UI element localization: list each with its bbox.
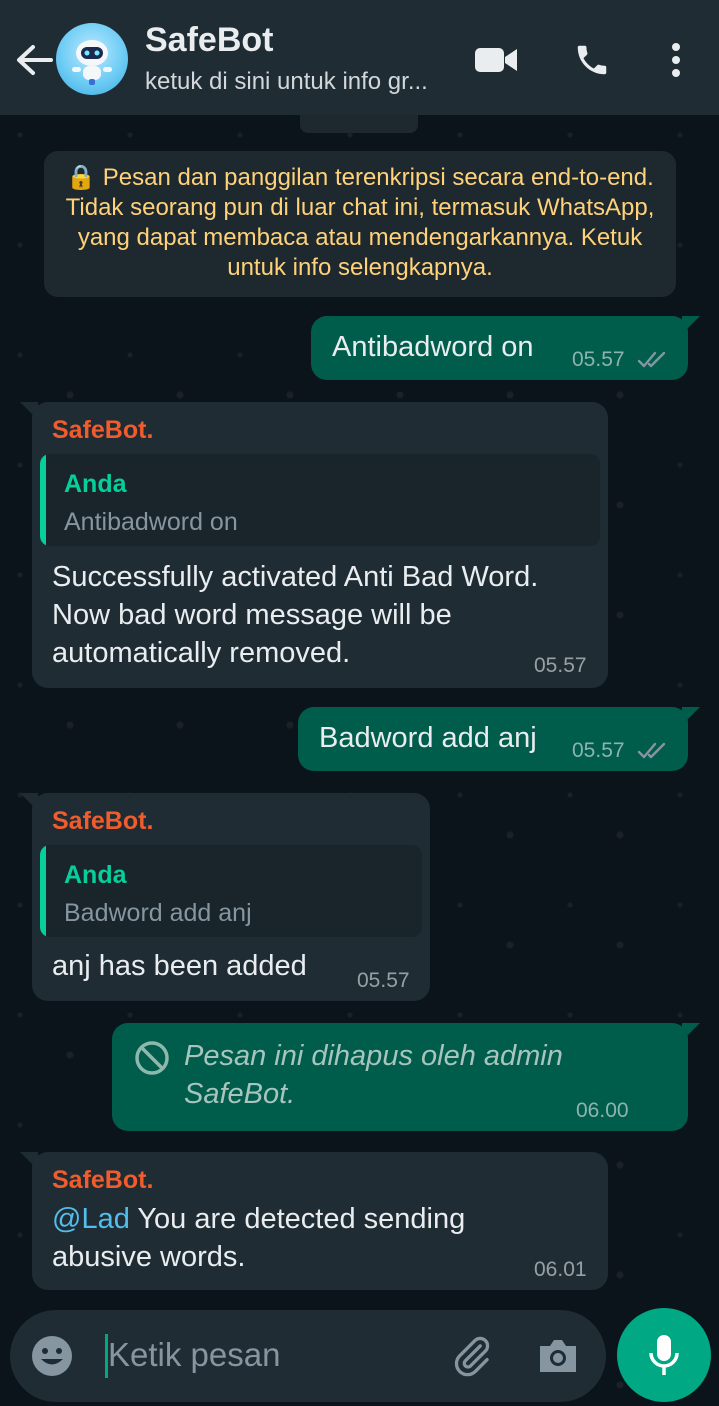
chat-subtitle: ketuk di sini untuk info gr...: [145, 68, 428, 95]
quote-text: Badword add anj: [64, 899, 252, 927]
message-time: 05.57: [572, 739, 625, 762]
sender-name: SafeBot.: [52, 1166, 154, 1194]
message-time: 05.57: [357, 969, 410, 992]
message-text: Successfully activated Anti Bad Word. No…: [52, 561, 539, 669]
message-time: 06.01: [534, 1258, 587, 1281]
mic-icon: [649, 1335, 679, 1375]
incoming-message[interactable]: SafeBot. Anda Badword add anj anj has be…: [20, 793, 430, 1001]
quoted-message[interactable]: Anda Badword add anj: [40, 845, 422, 937]
quote-bar: [40, 454, 46, 546]
bubble-tail: [682, 707, 700, 725]
deleted-message[interactable]: Pesan ini dihapus oleh admin SafeBot. 06…: [112, 1023, 700, 1131]
chat-header: SafeBot ketuk di sini untuk info gr...: [0, 0, 719, 115]
message-input[interactable]: Ketik pesan: [108, 1336, 280, 1374]
incoming-message[interactable]: SafeBot. Anda Antibadword on Successfull…: [20, 402, 608, 688]
attach-icon[interactable]: [450, 1334, 494, 1378]
quote-bar: [40, 845, 46, 937]
video-call-icon[interactable]: [474, 38, 518, 82]
bubble-tail: [20, 793, 38, 811]
mic-button[interactable]: [617, 1308, 711, 1402]
voice-call-icon[interactable]: [570, 38, 614, 82]
sender-name: SafeBot.: [52, 416, 154, 444]
message-time: 05.57: [572, 348, 625, 371]
message-text: anj has been added: [52, 950, 307, 982]
message-text: Badword add anj: [319, 722, 537, 754]
bubble-tail: [682, 316, 700, 334]
chat-area[interactable]: 🔒 Pesan dan panggilan terenkripsi secara…: [0, 115, 719, 1406]
back-arrow-icon[interactable]: [14, 40, 54, 80]
bubble-tail: [20, 1152, 38, 1170]
message-time: 06.00: [576, 1099, 629, 1122]
quote-text: Antibadword on: [64, 508, 238, 536]
more-options-icon[interactable]: [654, 38, 698, 82]
double-check-icon: [637, 351, 666, 368]
encryption-notice-text: 🔒 Pesan dan panggilan terenkripsi secara…: [65, 164, 655, 281]
emoji-icon[interactable]: [30, 1334, 74, 1378]
group-avatar[interactable]: [56, 23, 128, 95]
date-chip: [300, 115, 418, 133]
message-composer: Ketik pesan: [10, 1310, 606, 1402]
incoming-message[interactable]: SafeBot. @Lad You are detected sending a…: [20, 1152, 608, 1290]
chat-title: SafeBot: [145, 21, 274, 59]
quote-author: Anda: [64, 470, 127, 498]
message-time: 05.57: [534, 654, 587, 677]
deleted-message-icon: [135, 1041, 169, 1075]
deleted-message-text: Pesan ini dihapus oleh admin SafeBot.: [184, 1040, 563, 1110]
quote-author: Anda: [64, 861, 127, 889]
user-mention[interactable]: @Lad: [52, 1203, 130, 1235]
robot-icon: [72, 40, 112, 85]
message-text: @Lad You are detected sending abusive wo…: [52, 1200, 552, 1276]
outgoing-message[interactable]: Badword add anj 05.57: [298, 707, 700, 771]
double-check-icon: [637, 742, 666, 759]
sender-name: SafeBot.: [52, 807, 154, 835]
bubble-tail: [682, 1023, 700, 1041]
message-text: Antibadword on: [332, 331, 534, 363]
quoted-message[interactable]: Anda Antibadword on: [40, 454, 600, 546]
encryption-notice[interactable]: 🔒 Pesan dan panggilan terenkripsi secara…: [44, 151, 676, 297]
outgoing-message[interactable]: Antibadword on 05.57: [311, 316, 700, 380]
camera-icon[interactable]: [536, 1336, 580, 1376]
header-title-area[interactable]: SafeBot ketuk di sini untuk info gr...: [145, 20, 465, 98]
bubble-tail: [20, 402, 38, 420]
